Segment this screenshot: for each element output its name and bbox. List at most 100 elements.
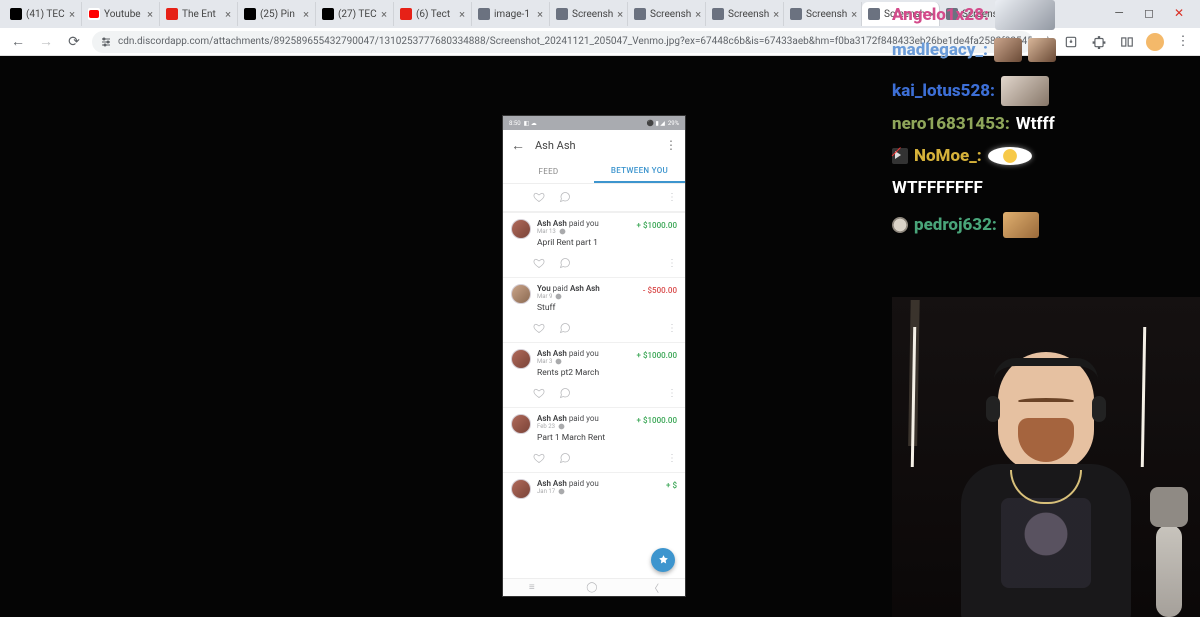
url-text: cdn.discordapp.com/attachments/892589655… bbox=[118, 36, 1033, 47]
venmo-transaction[interactable]: Ash Ash paid you Mar 13 April Rent part … bbox=[503, 212, 685, 250]
android-back-button[interactable]: 〈 bbox=[649, 580, 659, 595]
browser-tab[interactable]: Screensh × bbox=[628, 2, 706, 26]
phone-screenshot: 8:50 ◧ ☁ ⚫ ▮ ◢ 29% ← Ash Ash ⋮ FEED BETW… bbox=[503, 116, 685, 596]
browser-tab[interactable]: Screensh× bbox=[550, 2, 628, 26]
tab-close-icon[interactable]: × bbox=[851, 8, 857, 21]
browser-tab[interactable]: Screensh× bbox=[706, 2, 784, 26]
install-app-icon[interactable] bbox=[1062, 33, 1080, 51]
phone-time: 8:50 bbox=[509, 120, 521, 127]
tab-close-icon[interactable]: × bbox=[303, 8, 309, 21]
browser-tab[interactable]: (27) TEC× bbox=[316, 2, 394, 26]
tab-title: Screensh bbox=[806, 9, 847, 20]
venmo-transaction[interactable]: Ash Ash paid you Mar 3 Rents pt2 March +… bbox=[503, 342, 685, 380]
txn-date: Mar 13 bbox=[537, 228, 599, 235]
url-field[interactable]: cdn.discordapp.com/attachments/892589655… bbox=[92, 31, 1033, 53]
window-close-button[interactable]: ✕ bbox=[1170, 6, 1188, 20]
nav-back-button[interactable]: ← bbox=[8, 32, 28, 52]
android-home-button[interactable]: ◯ bbox=[586, 582, 597, 593]
tab-favicon bbox=[322, 8, 334, 20]
android-recents-button[interactable]: ≡ bbox=[529, 582, 535, 593]
venmo-transaction[interactable]: Ash Ash paid you Feb 23 Part 1 March Ren… bbox=[503, 407, 685, 445]
like-icon[interactable] bbox=[533, 254, 545, 273]
comment-icon[interactable] bbox=[559, 188, 571, 207]
tab-close-icon[interactable]: × bbox=[617, 8, 623, 21]
chat-emote-thumb bbox=[1003, 212, 1039, 238]
browser-tab[interactable]: (25) Pin× bbox=[238, 2, 316, 26]
tab-title: image-1 bbox=[494, 9, 530, 20]
browser-tab[interactable]: image-1 × bbox=[472, 2, 550, 26]
window-maximize-button[interactable]: ◻ bbox=[1140, 6, 1158, 20]
tab-title: Screensh bbox=[650, 9, 691, 20]
venmo-contact-name: Ash Ash bbox=[535, 139, 576, 152]
browser-tab[interactable]: (41) TEC× bbox=[4, 2, 82, 26]
tab-favicon bbox=[10, 8, 22, 20]
comment-icon[interactable] bbox=[559, 319, 571, 338]
txn-more-icon[interactable]: ⋮ bbox=[667, 392, 677, 395]
like-icon[interactable] bbox=[533, 384, 545, 403]
txn-more-icon[interactable]: ⋮ bbox=[667, 457, 677, 460]
venmo-feed: ⋮ Ash Ash paid you Mar 13 April Rent par… bbox=[503, 184, 685, 578]
venmo-more-menu[interactable]: ⋮ bbox=[665, 143, 677, 147]
txn-title: Ash Ash paid you bbox=[537, 414, 605, 423]
browser-tab[interactable]: The Ent× bbox=[160, 2, 238, 26]
reading-list-icon[interactable] bbox=[1118, 33, 1136, 51]
txn-more-icon[interactable]: ⋮ bbox=[667, 262, 677, 265]
tab-close-icon[interactable]: × bbox=[69, 8, 75, 21]
tab-close-icon[interactable]: × bbox=[537, 8, 543, 21]
chat-message: pedroj632: bbox=[892, 212, 1039, 238]
tab-favicon bbox=[88, 8, 100, 20]
venmo-transaction[interactable]: You paid Ash Ash Mar 9 Stuff - $500.00 bbox=[503, 277, 685, 315]
chrome-menu-icon[interactable]: ⋮ bbox=[1174, 33, 1192, 51]
reload-button[interactable]: ⟳ bbox=[64, 32, 84, 52]
tab-favicon bbox=[946, 8, 958, 20]
chat-text: Wtfff bbox=[1016, 114, 1055, 134]
streamer-webcam bbox=[892, 297, 1200, 617]
browser-tab[interactable]: (6) Tect × bbox=[394, 2, 472, 26]
browser-tab[interactable]: Screensh × bbox=[784, 2, 862, 26]
txn-more-icon[interactable]: ⋮ bbox=[667, 196, 677, 199]
tab-close-icon[interactable]: × bbox=[147, 8, 153, 21]
browser-tab-strip: (41) TEC×Youtube×The Ent×(25) Pin×(27) T… bbox=[0, 0, 1200, 28]
venmo-tab-feed[interactable]: FEED bbox=[503, 160, 594, 183]
tab-close-icon[interactable]: × bbox=[381, 8, 387, 21]
txn-more-icon[interactable]: ⋮ bbox=[667, 327, 677, 330]
txn-date: Feb 23 bbox=[537, 423, 605, 430]
comment-icon[interactable] bbox=[559, 449, 571, 468]
browser-tab[interactable]: Youtube × bbox=[82, 2, 160, 26]
tab-favicon bbox=[634, 8, 646, 20]
tab-close-icon[interactable]: × bbox=[459, 8, 465, 21]
tab-favicon bbox=[556, 8, 568, 20]
nav-forward-button[interactable]: → bbox=[36, 32, 56, 52]
like-icon[interactable] bbox=[533, 319, 545, 338]
user-avatar bbox=[511, 284, 531, 304]
site-settings-icon[interactable] bbox=[100, 35, 112, 49]
tab-close-icon[interactable]: × bbox=[225, 8, 231, 21]
window-minimize-button[interactable]: — bbox=[1110, 6, 1128, 20]
browser-tab[interactable]: Screensh× bbox=[862, 2, 940, 26]
venmo-compose-fab[interactable] bbox=[651, 548, 675, 572]
venmo-transaction[interactable]: Ash Ash paid you Jan 17 + $ bbox=[503, 472, 685, 501]
browser-tab[interactable]: Screensh × bbox=[940, 2, 1018, 26]
bookmark-star-icon[interactable]: ☆ bbox=[1041, 34, 1054, 50]
tab-title: Youtube bbox=[104, 9, 141, 20]
extensions-icon[interactable] bbox=[1090, 33, 1108, 51]
tab-close-icon[interactable]: × bbox=[929, 8, 935, 21]
venmo-back-button[interactable]: ← bbox=[511, 137, 525, 154]
tab-close-icon[interactable]: × bbox=[695, 8, 701, 21]
comment-icon[interactable] bbox=[559, 254, 571, 273]
android-nav-bar: ≡ ◯ 〈 bbox=[503, 578, 685, 596]
tab-title: Screensh bbox=[962, 9, 1003, 20]
like-icon[interactable] bbox=[533, 449, 545, 468]
tab-favicon bbox=[166, 8, 178, 20]
txn-date: Mar 9 bbox=[537, 293, 600, 300]
venmo-tab-between-you[interactable]: BETWEEN YOU bbox=[594, 160, 685, 183]
txn-date: Jan 17 bbox=[537, 488, 599, 495]
comment-icon[interactable] bbox=[559, 384, 571, 403]
like-icon[interactable] bbox=[533, 188, 545, 207]
chat-username: pedroj632: bbox=[914, 215, 997, 235]
tab-close-icon[interactable]: × bbox=[1007, 8, 1013, 21]
tab-title: (6) Tect bbox=[416, 9, 450, 20]
profile-avatar-icon[interactable] bbox=[1146, 33, 1164, 51]
txn-title: Ash Ash paid you bbox=[537, 479, 599, 488]
tab-close-icon[interactable]: × bbox=[773, 8, 779, 21]
